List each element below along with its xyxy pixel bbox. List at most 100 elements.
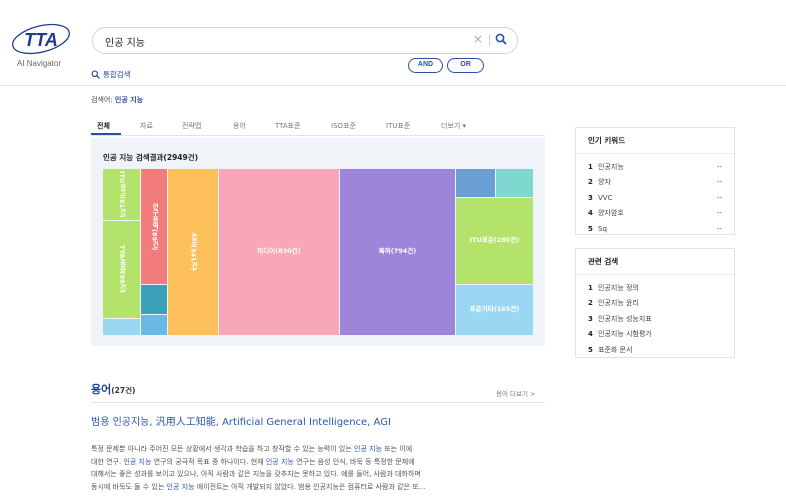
query-prefix: 검색어: (91, 96, 115, 104)
tab-tta-standard[interactable]: TTA표준 (275, 121, 301, 131)
treemap-cell-patents[interactable]: 특허(794건) (340, 169, 455, 335)
active-tab-indicator (91, 133, 121, 135)
keyword-rank: 3 (588, 193, 593, 202)
terms-title: 용어 (91, 383, 112, 396)
description-text: 동시에 바둑도 둘 수 있는 (91, 482, 167, 491)
popular-keyword-item[interactable]: 5 Sq -- (588, 221, 722, 237)
term-heading-link[interactable]: 범용 인공지능, 汎用人工知能, Artificial General Inte… (91, 413, 391, 428)
svg-text:TTA: TTA (24, 30, 58, 50)
treemap-cell-standard-other[interactable]: 표준기타(165건) (456, 285, 533, 335)
related-label: 인공지능 정의 (598, 283, 639, 292)
treemap-cell-small-4[interactable] (456, 169, 495, 197)
keyword-label: VVC (598, 193, 613, 202)
query-term: 인공 지능 (114, 96, 144, 104)
keyword-label: 인공지능 (598, 162, 624, 171)
related-search-panel: 관련 검색 1 인공지능 정의 2 인공지능 윤리 3 인공지능 성능지표 4 인공지능… (575, 248, 735, 358)
related-search-item[interactable]: 3 인공지능 성능지표 (588, 311, 722, 327)
and-button[interactable]: AND (408, 58, 443, 73)
treemap-cell-label: 미디어(830건) (257, 247, 301, 256)
tab-strategy-map[interactable]: 전략맵 (182, 121, 201, 131)
term-description-line: 대해서는 좋은 성과를 보이고 있으나, 아직 사람과 같은 지능을 갖추지는 … (91, 468, 547, 481)
keyword-rank: 4 (588, 209, 593, 218)
search-icon[interactable] (494, 32, 508, 46)
treemap-cell-label: ITU권고(61건) (118, 171, 127, 218)
keyword-trend: -- (716, 224, 722, 233)
related-search-item[interactable]: 4 인공지능 시험평가 (588, 327, 722, 343)
treemap-cell-media[interactable]: 미디어(830건) (219, 169, 339, 335)
tab-itu-standard[interactable]: ITU표준 (386, 121, 410, 131)
result-treemap: 인공 지능 검색결과(2949건) ITU권고(61건) TTA표준(99건) … (91, 138, 545, 346)
logo-subtitle: AI Navigator (17, 59, 62, 68)
category-tabs: 전체 자료 전략맵 용어 TTA표준 ISO표준 ITU표준 더보기 ▾ (91, 117, 545, 136)
total-search-link[interactable]: 통합검색 (91, 69, 131, 80)
related-rank: 3 (588, 314, 593, 323)
related-rank: 2 (588, 299, 593, 308)
search-divider (489, 34, 490, 46)
popular-keyword-item[interactable]: 1 인공지능 -- (588, 159, 722, 175)
related-label: 인공지능 윤리 (598, 299, 639, 308)
terms-more-link[interactable]: 용어 더보기 > (496, 388, 535, 398)
tab-terms[interactable]: 용어 (233, 121, 246, 131)
tta-logo[interactable]: TTA (10, 22, 72, 58)
highlighted-term: 인공 지능 (123, 457, 152, 466)
popular-keyword-item[interactable]: 4 양자암호 -- (588, 206, 722, 222)
treemap-cell-small-3[interactable] (141, 315, 167, 335)
description-text: 또는 이에 (382, 445, 413, 453)
popular-keywords-panel: 인기 키워드 1 인공지능 -- 2 양자 -- 3 VVC -- 4 양자암호 -- 5 Sq -… (575, 127, 735, 235)
treemap-cell-label: ITU표준(280건) (469, 236, 520, 245)
total-search-label: 통합검색 (103, 70, 131, 79)
description-text: 대한 연구. (91, 457, 124, 466)
treemap-cell-research[interactable]: 연구용역(89건) (141, 169, 167, 284)
keyword-rank: 2 (588, 178, 593, 187)
related-search-item[interactable]: 5 표준화 문서 (588, 342, 722, 358)
keyword-label: 양자 (598, 178, 611, 187)
highlighted-term: 인공 지능 (354, 445, 382, 453)
description-text: 연구의 궁극적 목표 중 하나이다. 현재 (151, 457, 266, 466)
treemap-cell-small-5[interactable] (496, 169, 533, 197)
keyword-trend: -- (716, 162, 722, 171)
tab-more[interactable]: 더보기 ▾ (441, 121, 466, 131)
treemap-cell-itu-recommendation[interactable]: ITU권고(61건) (103, 169, 140, 220)
clear-icon[interactable]: × (471, 32, 485, 46)
or-button[interactable]: OR (447, 58, 484, 73)
popular-keyword-item[interactable]: 3 VVC -- (588, 190, 722, 206)
terms-count: (27건) (111, 386, 136, 395)
search-input[interactable] (105, 32, 465, 50)
description-text: 특정 문제뿐 아니라 주어진 모든 상황에서 생각과 학습을 하고 창작할 수 … (91, 445, 354, 453)
keyword-label: 양자암호 (598, 209, 624, 218)
term-description-line: 동시에 바둑도 둘 수 있는 인공 지능 에이전트는 아직 개발되지 않았다. … (91, 481, 547, 494)
section-divider (91, 402, 545, 403)
keyword-trend: -- (716, 178, 722, 187)
keyword-rank: 1 (588, 162, 593, 171)
search-box (92, 27, 518, 54)
related-rank: 1 (588, 283, 593, 292)
related-search-item[interactable]: 2 인공지능 윤리 (588, 296, 722, 312)
related-rank: 4 (588, 330, 593, 339)
treemap-cell-tta-standard[interactable]: TTA표준(99건) (103, 221, 140, 318)
description-text: 대해서는 좋은 성과를 보이고 있으나, 아직 사람과 같은 지능을 갖추지는 … (91, 470, 421, 478)
term-description: 특정 문제뿐 아니라 주어진 모든 상황에서 생각과 학습을 하고 창작할 수 … (91, 443, 547, 493)
tab-materials[interactable]: 자료 (140, 121, 153, 131)
related-label: 인공지능 성능지표 (598, 314, 652, 323)
treemap-cell-label: TTA표준(99건) (118, 245, 127, 294)
popular-keyword-item[interactable]: 2 양자 -- (588, 175, 722, 191)
keyword-label: Sq (598, 224, 607, 233)
treemap-cell-papers[interactable]: 논문(341건) (168, 169, 218, 335)
treemap-title: 인공 지능 검색결과(2949건) (103, 153, 199, 162)
keyword-trend: -- (716, 209, 722, 218)
tab-all[interactable]: 전체 (97, 121, 110, 131)
popular-keywords-title: 인기 키워드 (576, 128, 734, 154)
treemap-cell-label: 특허(794건) (378, 247, 417, 256)
term-description-line: 대한 연구. 인공 지능 연구의 궁극적 목표 중 하나이다. 현재 인공 지능… (91, 456, 547, 469)
tab-iso-standard[interactable]: ISO표준 (331, 121, 356, 131)
related-label: 표준화 문서 (598, 345, 633, 354)
treemap-cell-itu-standard[interactable]: ITU표준(280건) (456, 198, 533, 284)
treemap-cell-small-1[interactable] (103, 319, 140, 335)
related-search-item[interactable]: 1 인공지능 정의 (588, 280, 722, 296)
related-search-title: 관련 검색 (576, 249, 734, 275)
term-description-line: 특정 문제뿐 아니라 주어진 모든 상황에서 생각과 학습을 하고 창작할 수 … (91, 443, 547, 456)
treemap-cell-label: 연구용역(89건) (150, 202, 159, 251)
treemap-cell-small-2[interactable] (141, 285, 167, 314)
related-label: 인공지능 시험평가 (598, 330, 652, 339)
highlighted-term: 인공 지능 (166, 482, 195, 491)
